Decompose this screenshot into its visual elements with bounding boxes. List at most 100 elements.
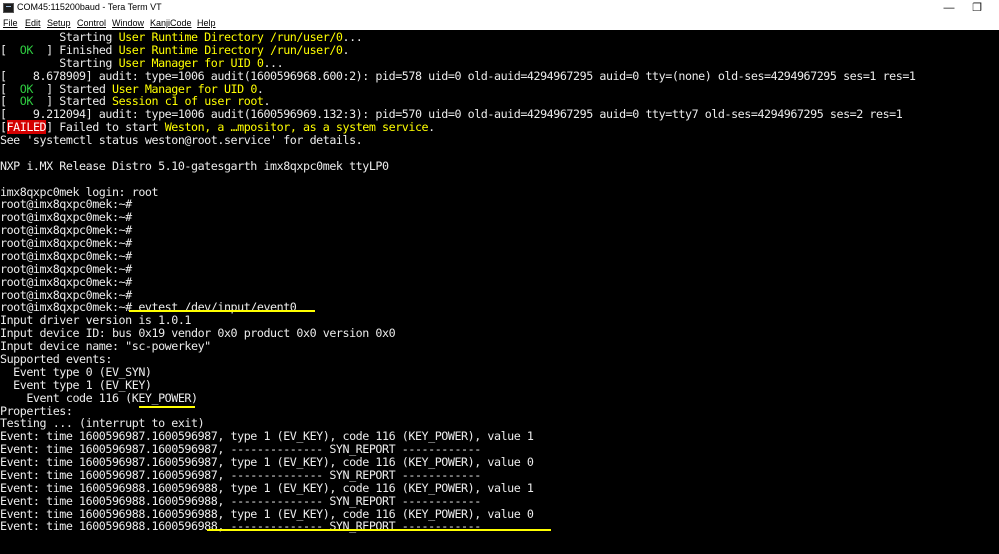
terminal-line: Event: time 1600596987.1600596987, -----… [0,443,481,456]
terminal-line: root@imx8qxpc0mek:~# [0,211,132,224]
terminal-text-segment: . [263,94,271,109]
terminal-line: root@imx8qxpc0mek:~# [0,198,132,211]
terminal-line: root@imx8qxpc0mek:~# [0,274,132,289]
menu-file[interactable]: File [3,17,18,29]
terminal-line: root@imx8qxpc0mek:~# [0,261,132,276]
terminal-line: Input driver version is 1.0.1 [0,314,191,327]
terminal-line: Event type 1 (EV_KEY) [0,377,152,392]
menu-edit-label: Edit [25,18,41,28]
terminal-text-segment: root@imx8qxpc0mek:~# [0,223,132,238]
menu-help-label: Help [197,18,216,28]
terminal-text-segment: Event: time 1600596988.1600596988, type … [0,506,534,521]
terminal-line: root@imx8qxpc0mek:~# [0,248,132,263]
menu-edit[interactable]: Edit [25,17,41,29]
terminal-text-segment: Starting [0,55,119,70]
menu-control-label: Control [77,18,107,28]
menu-setup[interactable]: Setup [47,17,71,29]
terminal-line: [ OK ] Started User Manager for UID 0. [0,81,264,96]
annotation-underline-key-power [139,406,195,408]
terminal-text-segment: ] Started [46,94,112,109]
terminal-text-segment: Properties: [0,403,73,418]
terminal-text-segment: OK [6,81,47,96]
terminal-line: Input device ID: bus 0x19 vendor 0x0 pro… [0,326,396,341]
terminal-text-segment: root@imx8qxpc0mek:~# [0,261,132,276]
terminal-line: Event: time 1600596987.1600596987, type … [0,430,534,443]
terminal-line: [FAILED] Failed to start Weston, a …mpos… [0,120,435,135]
terminal-text-segment: Event: time 1600596988.1600596988, -----… [0,493,481,508]
terminal-text-segment: User Runtime Directory /run/user/0 [118,42,343,57]
terminal-text-segment: root@imx8qxpc0mek:~# [0,197,132,212]
terminal-text-segment: User Manager for UID 0 [118,55,264,70]
terminal-line: Starting User Runtime Directory /run/use… [0,31,362,44]
terminal-line: Supported events: [0,353,112,366]
terminal-text-segment: root@imx8qxpc0mek:~# [0,248,132,263]
terminal-line: Event: time 1600596987.1600596987, -----… [0,468,481,482]
terminal-line: Input device name: "sc-powerkey" [0,340,211,353]
terminal-text-segment: Event: time 1600596987.1600596987, type … [0,455,534,470]
terminal-text-segment: User Runtime Directory /run/user/0 [118,30,343,44]
menu-window-label: Window [112,18,145,28]
terminal-text-segment: root@imx8qxpc0mek:~# [0,210,132,225]
menu-control[interactable]: Control [77,17,106,29]
restore-icon[interactable]: ❐ [963,0,991,16]
menu-kanjicode[interactable]: KanjiCode [150,17,192,29]
terminal-text-segment: Input driver version is 1.0.1 [0,313,192,328]
terminal-text-segment: [ [0,42,7,57]
terminal-text-segment: Input device ID: bus 0x19 vendor 0x0 pro… [0,326,396,341]
terminal-line: Starting User Manager for UID 0... [0,55,284,70]
terminal-text-segment: Event: time 1600596988.1600596988, type … [0,480,534,495]
terminal-text-segment: OK [6,94,47,109]
terminal-text-segment: Event type 0 (EV_SYN) [0,364,152,379]
menu-file-label: File [3,18,18,28]
terminal-line: Event type 0 (EV_SYN) [0,364,152,379]
terminal-line: root@imx8qxpc0mek:~# evtest /dev/input/e… [0,300,297,315]
terminal-line: root@imx8qxpc0mek:~# [0,224,132,237]
terminal-screen[interactable]: Event: time 1600596988.1600596988, -----… [0,30,999,554]
terminal-text-segment: Event: time 1600596988.1600596988, -----… [0,519,481,534]
terminal-text-segment: ] Started [46,81,112,96]
terminal-text-segment: root@imx8qxpc0mek:~# evtest /dev/input/e… [0,300,297,315]
terminal-text-segment: Input device name: "sc-powerkey" [0,339,211,354]
menu-help[interactable]: Help [197,17,216,29]
menu-window[interactable]: Window [112,17,144,29]
terminal-line: See 'systemctl status weston@root.servic… [0,134,363,147]
terminal-text-segment: ... [263,55,284,70]
terminal-text-segment: User Manager for UID 0 [112,81,257,96]
terminal-text-segment: Session c1 of user root [112,94,264,109]
terminal-line: NXP i.MX Release Distro 5.10-gatesgarth … [0,159,389,173]
terminal-line: Event: time 1600596988.1600596988, -----… [0,493,481,508]
terminal-line: root@imx8qxpc0mek:~# [0,287,132,302]
terminal-text-segment: [ [0,120,7,135]
terminal-line: Event: time 1600596988.1600596988, -----… [0,520,481,533]
terminal-text-segment: imx8qxpc0mek login: root [0,184,159,199]
menu-kanjicode-label: KanjiCode [150,18,192,28]
terminal-line: Properties: [0,403,73,418]
terminal-line: Event code 116 (KEY_POWER) [0,391,198,405]
menu-bar: File Edit Setup Control Window KanjiCode… [0,16,999,30]
minimize-icon[interactable]: — [935,0,963,16]
terminal-line: Event: time 1600596987.1600596987, type … [0,456,534,469]
terminal-text-segment: . [256,81,264,96]
terminal-text-segment: [ 8.678909] audit: type=1006 audit(16005… [0,68,916,83]
terminal-text-segment: root@imx8qxpc0mek:~# [0,274,132,289]
menu-setup-label: Setup [47,18,71,28]
terminal-text-segment: OK [6,42,47,57]
window-title: COM45:115200baud - Tera Term VT [17,2,162,12]
terminal-line: [ 9.212094] audit: type=1006 audit(16005… [0,107,903,122]
terminal-line: [ OK ] Started Session c1 of user root. [0,94,271,109]
terminal-text-segment: ... [342,30,363,44]
terminal-text-segment: root@imx8qxpc0mek:~# [0,287,132,302]
terminal-text-segment: Event: time 1600596987.1600596987, -----… [0,442,481,457]
terminal-text-segment: . [342,42,350,57]
terminal-text-segment: . [428,120,435,135]
terminal-line: root@imx8qxpc0mek:~# [0,237,132,250]
terminal-text-segment: ] Finished [46,42,119,57]
terminal-text-segment: [ 9.212094] audit: type=1006 audit(16005… [0,107,903,122]
terminal-text-segment: Event type 1 (EV_KEY) [0,377,152,392]
terminal-line: Event: time 1600596988.1600596988, type … [0,506,534,521]
terminal-text-segment: [ [0,94,7,109]
terminal-line: Event: time 1600596988.1600596988, type … [0,480,534,495]
annotation-underline-command [129,310,315,312]
terminal-line: [ OK ] Finished User Runtime Directory /… [0,42,350,57]
terminal-line: imx8qxpc0mek login: root [0,184,159,199]
